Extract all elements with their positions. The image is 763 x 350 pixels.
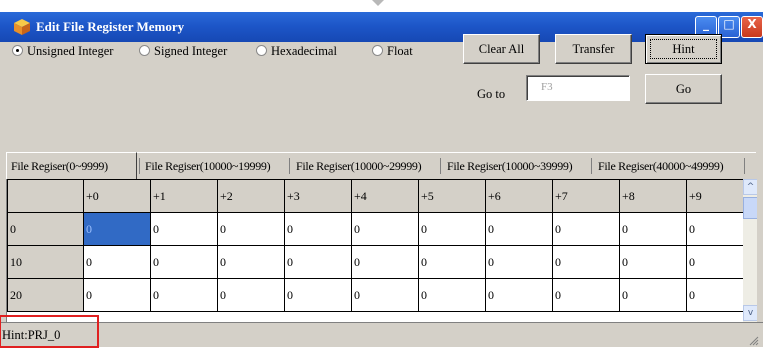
- column-header: +7: [552, 179, 620, 213]
- table-cell[interactable]: 0: [552, 278, 620, 312]
- table-row: 0 0 0 0 0 0 0 0 0 0 0: [7, 212, 757, 246]
- tab-file-register-10000-29999[interactable]: File Regiser(10000~29999): [296, 153, 422, 179]
- table-cell[interactable]: 0: [418, 278, 486, 312]
- table-cell[interactable]: 0: [418, 245, 486, 279]
- column-header: +6: [485, 179, 553, 213]
- column-header: +2: [217, 179, 285, 213]
- radio-float[interactable]: Float: [372, 43, 413, 59]
- radio-unselected-icon[interactable]: [139, 45, 150, 56]
- resize-grip-icon[interactable]: [749, 335, 759, 346]
- scroll-down-icon[interactable]: v: [743, 305, 757, 321]
- radio-unsigned-integer[interactable]: Unsigned Integer: [12, 43, 113, 59]
- table-cell[interactable]: 0: [284, 278, 352, 312]
- radio-label: Unsigned Integer: [27, 44, 114, 58]
- pointer-arrow-icon: [372, 0, 384, 6]
- table-cell[interactable]: 0: [619, 278, 687, 312]
- corner-cell: [7, 179, 84, 213]
- table-cell[interactable]: 0: [619, 245, 687, 279]
- clear-all-button[interactable]: Clear All: [463, 34, 540, 64]
- hint-button[interactable]: Hint: [645, 34, 722, 64]
- go-button[interactable]: Go: [645, 74, 722, 104]
- table-cell[interactable]: 0: [284, 245, 352, 279]
- radio-hexadecimal[interactable]: Hexadecimal: [256, 43, 337, 59]
- focus-rect: [650, 39, 717, 59]
- table-cell[interactable]: 0: [351, 278, 419, 312]
- table-cell[interactable]: 0: [83, 245, 151, 279]
- table-cell[interactable]: 0: [217, 245, 285, 279]
- table-cell[interactable]: 0: [552, 245, 620, 279]
- app-cube-icon: [14, 19, 30, 35]
- tab-separator: [591, 158, 592, 174]
- table-cell-selected[interactable]: 0: [83, 212, 151, 246]
- row-header: 0: [7, 212, 84, 246]
- register-grid: +0 +1 +2 +3 +4 +5 +6 +7 +8 +9 0 0 0 0 0 …: [6, 179, 757, 322]
- table-cell[interactable]: 0: [485, 245, 553, 279]
- tab-separator: [139, 158, 140, 174]
- table-row: 20 0 0 0 0 0 0 0 0 0 0: [7, 278, 757, 312]
- tab-file-register-40000-49999[interactable]: File Regiser(40000~49999): [598, 153, 724, 179]
- transfer-button[interactable]: Transfer: [555, 34, 632, 64]
- tab-separator: [289, 158, 290, 174]
- goto-label: Go to: [477, 87, 506, 101]
- column-header: +1: [150, 179, 218, 213]
- column-header: +5: [418, 179, 486, 213]
- table-cell[interactable]: 0: [351, 212, 419, 246]
- tab-file-register-10000-19999[interactable]: File Regiser(10000~19999): [145, 153, 271, 179]
- table-cell[interactable]: 0: [485, 212, 553, 246]
- table-cell[interactable]: 0: [150, 245, 218, 279]
- radio-unselected-icon[interactable]: [256, 45, 267, 56]
- status-bar: Hint:PRJ_0: [0, 322, 763, 347]
- window-title: Edit File Register Memory: [36, 19, 185, 34]
- table-cell[interactable]: 0: [351, 245, 419, 279]
- table-row: 10 0 0 0 0 0 0 0 0 0 0: [7, 245, 757, 279]
- table-header-row: +0 +1 +2 +3 +4 +5 +6 +7 +8 +9: [7, 179, 757, 213]
- close-button[interactable]: X: [741, 16, 763, 38]
- row-header: 10: [7, 245, 84, 279]
- row-header: 20: [7, 278, 84, 312]
- register-table: +0 +1 +2 +3 +4 +5 +6 +7 +8 +9 0 0 0 0 0 …: [7, 179, 757, 312]
- table-cell[interactable]: 0: [485, 278, 553, 312]
- table-cell[interactable]: 0: [418, 212, 486, 246]
- radio-label: Float: [387, 44, 413, 58]
- vertical-scrollbar[interactable]: ^ v: [743, 179, 757, 322]
- column-header: +8: [619, 179, 687, 213]
- table-cell[interactable]: 0: [83, 278, 151, 312]
- table-cell[interactable]: 0: [150, 278, 218, 312]
- edit-file-register-window: Edit File Register Memory _ □ X Unsigned…: [0, 12, 763, 348]
- highlight-box: [0, 315, 99, 348]
- table-cell[interactable]: 0: [552, 212, 620, 246]
- column-header: +3: [284, 179, 352, 213]
- table-cell[interactable]: 0: [217, 212, 285, 246]
- table-cell[interactable]: 0: [284, 212, 352, 246]
- scroll-thumb[interactable]: [743, 197, 757, 219]
- table-cell[interactable]: 0: [150, 212, 218, 246]
- table-cell[interactable]: 0: [619, 212, 687, 246]
- tab-separator: [744, 158, 745, 174]
- goto-input[interactable]: F3: [526, 75, 630, 101]
- radio-selected-icon[interactable]: [12, 45, 23, 56]
- column-header: +4: [351, 179, 419, 213]
- tab-separator: [440, 158, 441, 174]
- radio-signed-integer[interactable]: Signed Integer: [139, 43, 227, 59]
- tab-file-register-10000-39999[interactable]: File Regiser(10000~39999): [447, 153, 573, 179]
- radio-label: Hexadecimal: [271, 44, 337, 58]
- table-cell[interactable]: 0: [217, 278, 285, 312]
- column-header: +0: [83, 179, 151, 213]
- radio-label: Signed Integer: [154, 44, 228, 58]
- scroll-up-icon[interactable]: ^: [743, 179, 757, 195]
- radio-unselected-icon[interactable]: [372, 45, 383, 56]
- tab-file-register-0-9999[interactable]: File Regiser(0~9999): [6, 152, 137, 179]
